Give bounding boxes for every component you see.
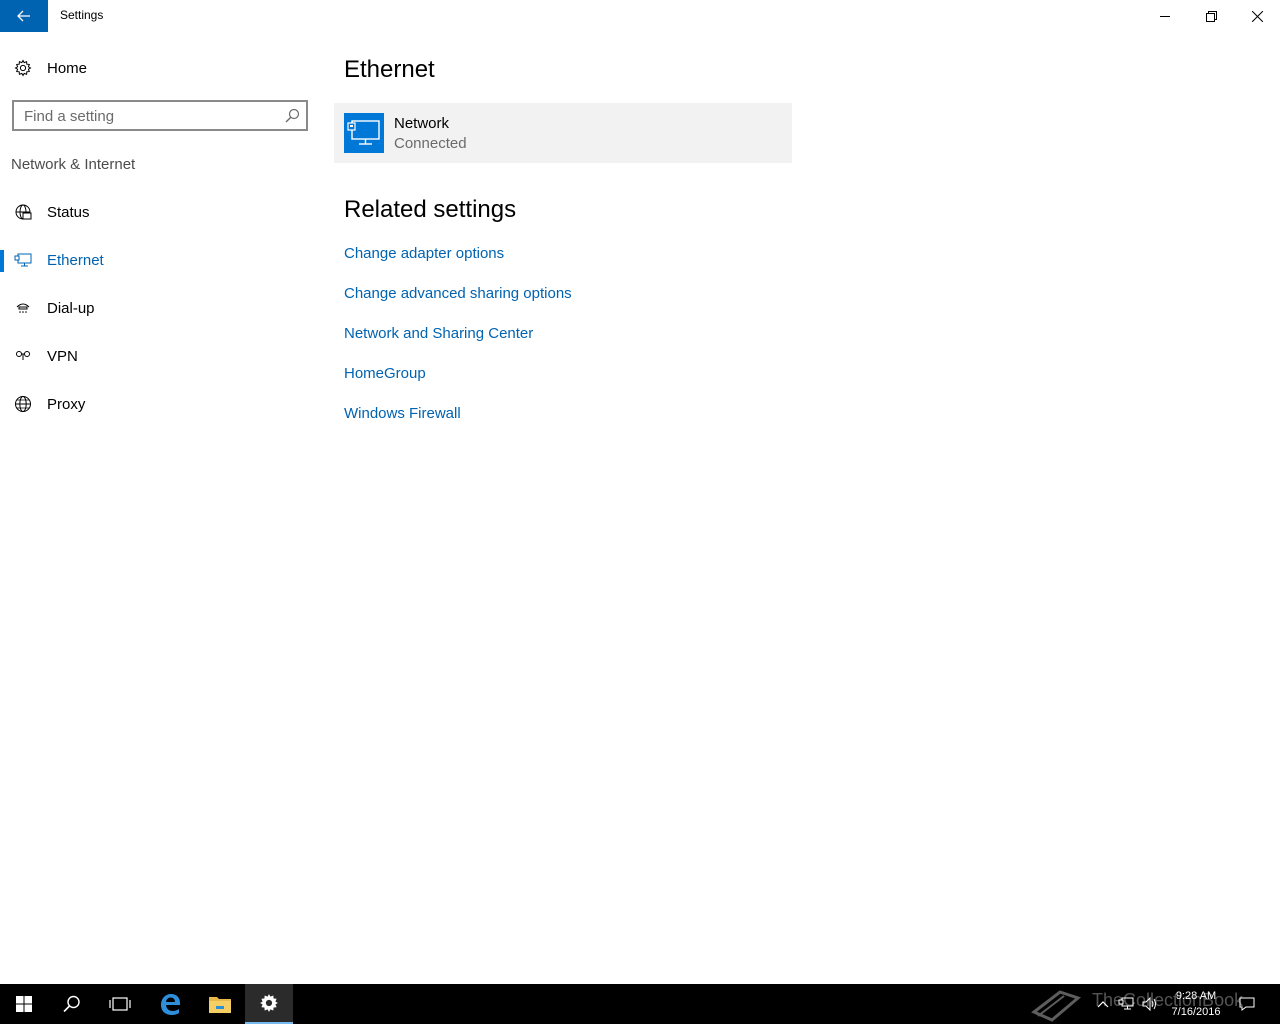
edge-browser-button[interactable] (146, 984, 194, 1024)
network-tray-icon (1118, 997, 1134, 1010)
gear-icon (260, 994, 278, 1012)
network-card[interactable]: Network Connected (334, 103, 792, 163)
speaker-icon (1142, 996, 1156, 1012)
homegroup-link[interactable]: HomeGroup (344, 365, 426, 382)
restore-icon (1205, 10, 1217, 22)
sidebar-item-home[interactable]: Home (0, 48, 320, 88)
sidebar-item-label: VPN (47, 347, 78, 365)
network-sharing-center-link[interactable]: Network and Sharing Center (344, 325, 533, 342)
windows-logo-icon (16, 996, 32, 1012)
back-button[interactable] (0, 0, 48, 32)
minimize-button[interactable] (1142, 0, 1188, 32)
ethernet-icon (14, 251, 32, 269)
task-view-button[interactable] (96, 984, 144, 1024)
settings-taskbar-button[interactable] (245, 984, 293, 1024)
close-icon (1251, 10, 1263, 22)
change-advanced-sharing-link[interactable]: Change advanced sharing options (344, 285, 572, 302)
main-content: Ethernet Network Connected Related setti… (320, 32, 1280, 984)
action-center-button[interactable] (1238, 995, 1256, 1013)
folder-icon (209, 997, 231, 1013)
globe-icon (14, 395, 32, 413)
window-title: Settings (60, 8, 104, 22)
search-icon (63, 995, 80, 1013)
ethernet-monitor-icon (344, 113, 384, 153)
sidebar-item-label: Home (47, 59, 88, 77)
sidebar-item-vpn[interactable]: VPN (0, 336, 320, 376)
clock-date: 7/16/2016 (1171, 1006, 1221, 1018)
clock-time: 9:28 AM (1175, 990, 1217, 1002)
title-bar: Settings (0, 0, 1280, 32)
network-name: Network (394, 115, 450, 132)
sidebar-item-label: Status (47, 203, 90, 221)
sidebar-item-label: Proxy (47, 395, 86, 413)
chevron-up-icon (1097, 1001, 1109, 1008)
sidebar: Home Network & Internet Status Ethernet … (0, 32, 320, 984)
dial-up-icon (14, 299, 32, 317)
book-logo-icon (1031, 990, 1082, 1022)
active-indicator (0, 250, 4, 272)
close-button[interactable] (1234, 0, 1280, 32)
minimize-icon (1159, 15, 1170, 17)
edge-icon (161, 994, 180, 1015)
related-settings-heading: Related settings (344, 196, 517, 223)
notification-icon (1239, 997, 1255, 1011)
taskbar: TheCollectionBook 9:28 AM 7/16/2016 (0, 984, 1280, 1024)
volume-tray-button[interactable] (1141, 995, 1159, 1013)
restore-button[interactable] (1188, 0, 1234, 32)
page-title: Ethernet (344, 56, 435, 83)
file-explorer-button[interactable] (196, 984, 244, 1024)
search-input[interactable] (24, 106, 274, 126)
sidebar-item-label: Dial-up (47, 299, 95, 317)
globe-status-icon (14, 203, 32, 221)
windows-firewall-link[interactable]: Windows Firewall (344, 405, 461, 422)
network-status: Connected (394, 135, 467, 152)
back-arrow-icon (17, 10, 30, 22)
sidebar-item-label: Ethernet (47, 251, 104, 269)
search-taskbar-button[interactable] (48, 984, 96, 1024)
sidebar-item-proxy[interactable]: Proxy (0, 384, 320, 424)
sidebar-item-ethernet[interactable]: Ethernet (0, 240, 320, 280)
sidebar-item-dial-up[interactable]: Dial-up (0, 288, 320, 328)
search-box[interactable] (12, 100, 308, 131)
taskbar-clock[interactable]: 9:28 AM 7/16/2016 (1158, 988, 1234, 1020)
change-adapter-options-link[interactable]: Change adapter options (344, 245, 504, 262)
sidebar-item-status[interactable]: Status (0, 192, 320, 232)
vpn-icon (14, 347, 32, 365)
show-hidden-icons-button[interactable] (1094, 995, 1112, 1013)
gear-icon (14, 59, 32, 77)
section-label: Network & Internet (11, 156, 136, 173)
search-icon[interactable] (285, 108, 300, 123)
network-tray-button[interactable] (1117, 995, 1135, 1013)
start-button[interactable] (0, 984, 48, 1024)
task-view-icon (109, 997, 131, 1011)
